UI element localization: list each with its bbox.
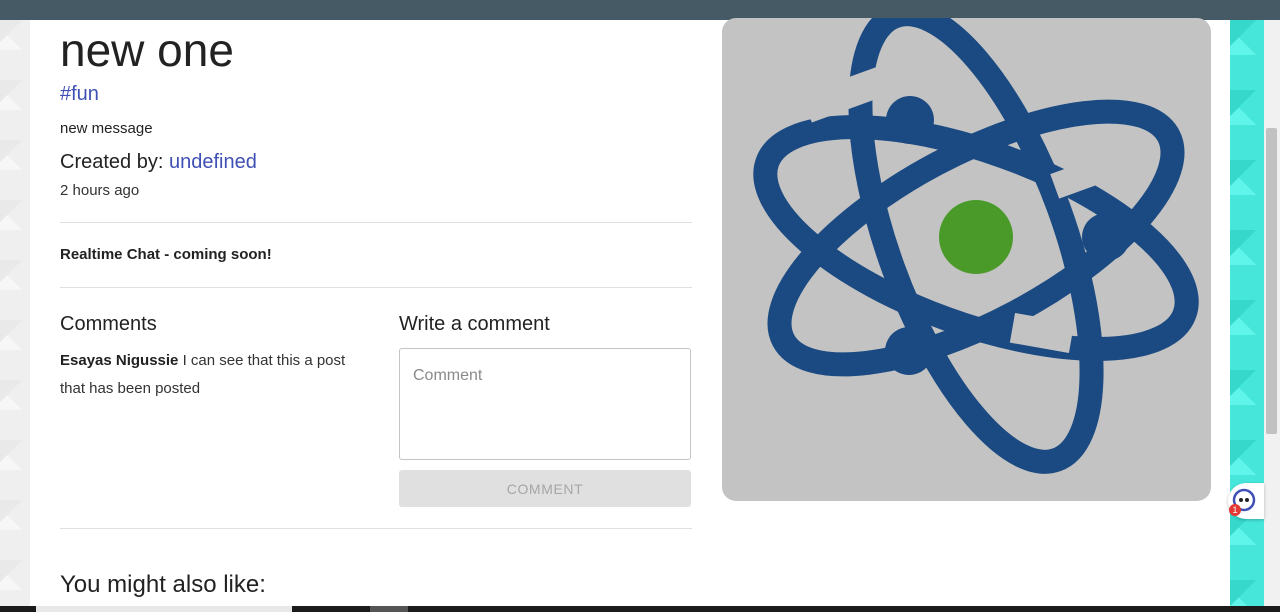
write-comment-heading: Write a comment xyxy=(399,313,550,335)
post-message: new message xyxy=(60,120,153,137)
comments-heading: Comments xyxy=(60,313,157,335)
comment-item: Esayas Nigussie I can see that this a po… xyxy=(60,347,360,403)
post-title: new one xyxy=(60,24,234,76)
post-timestamp: 2 hours ago xyxy=(60,182,140,199)
divider xyxy=(60,222,692,223)
nucleus xyxy=(939,200,1013,274)
atom-icon xyxy=(753,18,1199,474)
post-image xyxy=(722,18,1211,501)
divider xyxy=(60,528,692,529)
comment-button[interactable]: COMMENT xyxy=(399,470,691,507)
realtime-chat-notice: Realtime Chat - coming soon! xyxy=(60,246,272,263)
top-bar xyxy=(0,0,1280,20)
taskbar-tab[interactable] xyxy=(370,606,408,612)
comment-input[interactable] xyxy=(399,348,691,460)
recommendations-heading: You might also like: xyxy=(60,571,266,598)
post-created-by: Created by: undefined xyxy=(60,150,257,174)
post-tag-link[interactable]: #fun xyxy=(60,82,99,106)
author-link[interactable]: undefined xyxy=(169,151,257,173)
created-by-label: Created by: xyxy=(60,151,164,173)
scrollbar-thumb[interactable] xyxy=(1266,128,1277,434)
divider xyxy=(60,287,692,288)
taskbar-tab[interactable] xyxy=(36,606,292,612)
comment-author: Esayas Nigussie xyxy=(60,352,179,369)
notification-badge: 1 xyxy=(1229,504,1241,516)
background-pattern-left xyxy=(0,20,30,612)
